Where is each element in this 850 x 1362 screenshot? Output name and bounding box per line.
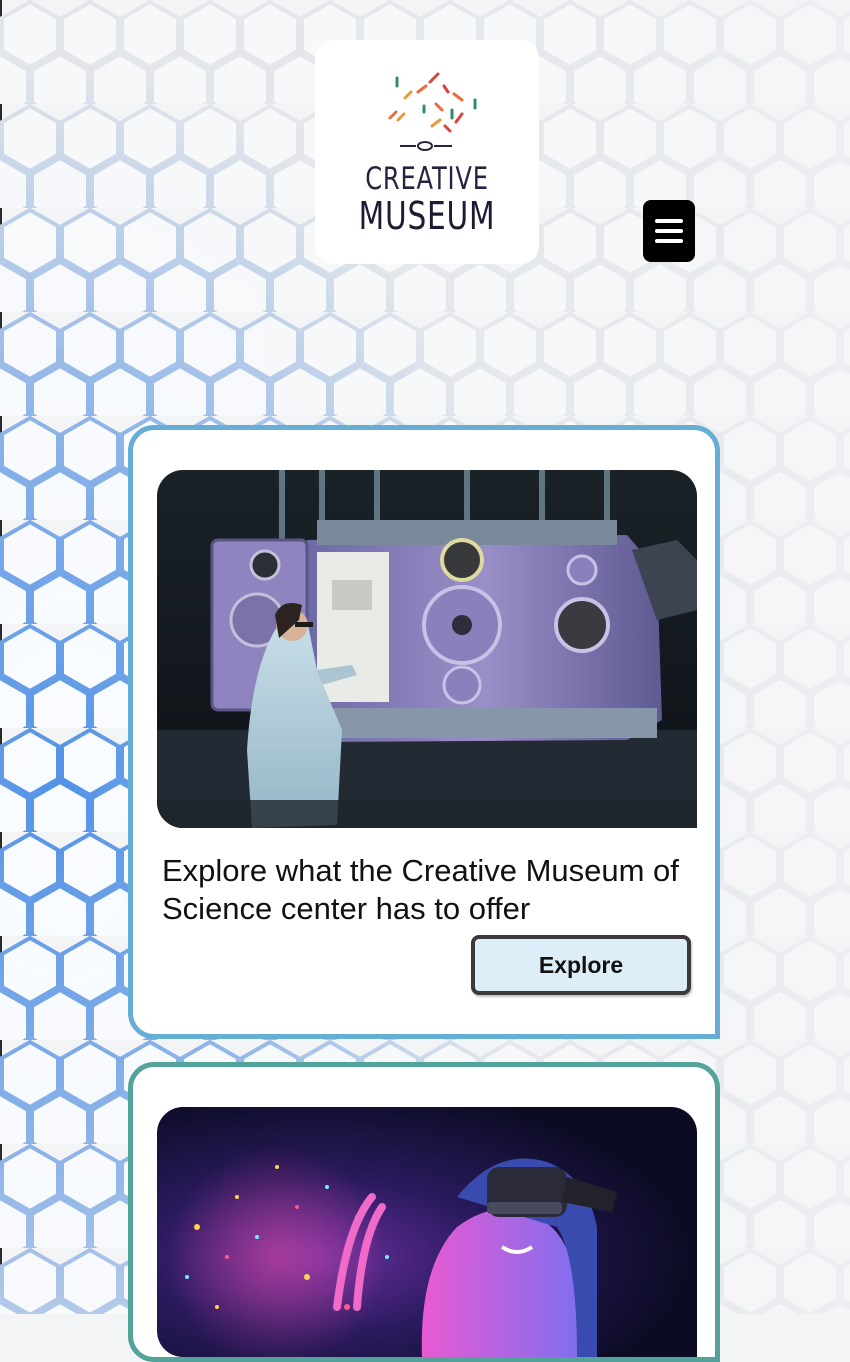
person-with-vr-headset-photo <box>157 1107 697 1357</box>
creative-museum-logo-icon <box>388 72 477 151</box>
vr-experience-card <box>128 1062 720 1362</box>
explore-card: Explore what the Creative Museum of Scie… <box>128 425 720 1039</box>
logo-text-museum: MUSEUM <box>358 194 496 238</box>
menu-button[interactable] <box>643 200 695 262</box>
scientist-with-vacuum-chamber-photo <box>157 470 697 828</box>
logo-card[interactable]: CREATIVE MUSEUM <box>315 40 539 264</box>
logo-text-creative: CREATIVE <box>365 161 489 197</box>
explore-button[interactable]: Explore <box>471 935 691 995</box>
card-title: Explore what the Creative Museum of Scie… <box>162 853 679 926</box>
